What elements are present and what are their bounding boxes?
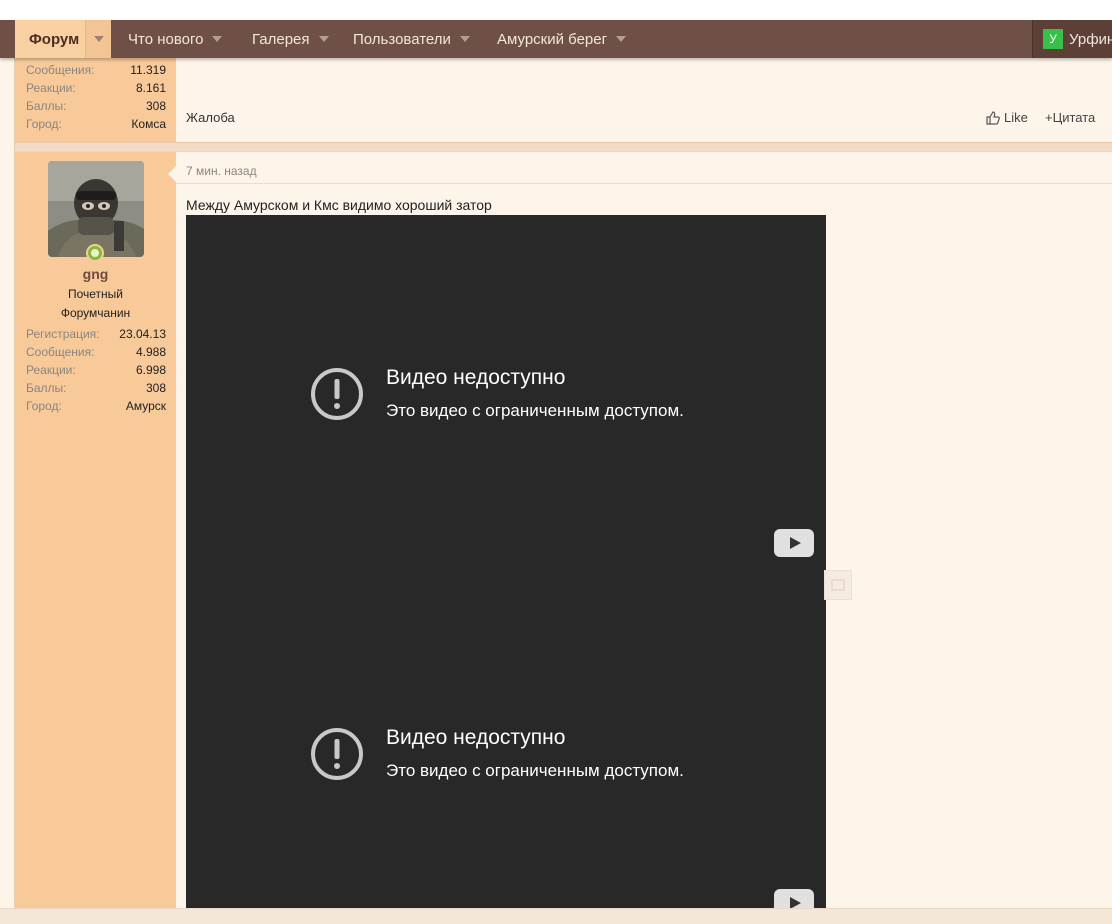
stat-key: Реакции: [26, 81, 76, 95]
browser-top-strip [0, 0, 1112, 20]
report-link[interactable]: Жалоба [186, 110, 235, 125]
video-error-subtitle: Это видео с ограниченным доступом. [386, 401, 684, 420]
nav-tab-amur-shore[interactable]: Амурский берег [497, 20, 627, 58]
like-button[interactable]: Like [986, 110, 1028, 125]
like-label: Like [1004, 110, 1028, 125]
chevron-down-icon[interactable] [616, 36, 627, 42]
author-name[interactable]: gng [15, 266, 176, 282]
video-error-subtitle: Это видео с ограниченным доступом. [386, 761, 684, 780]
user-avatar: У [1043, 29, 1063, 49]
prev-post-body [176, 58, 1112, 142]
stat-registration: Регистрация: 23.04.13 [26, 325, 166, 343]
main-navbar: Форум Что нового Галерея Пользователи Ам… [0, 20, 1112, 58]
stat-value: Комса [131, 117, 166, 131]
stat-points: Баллы: 308 [26, 379, 166, 397]
stat-value: 4.988 [135, 345, 166, 359]
stat-key: Город: [26, 399, 62, 413]
thumbs-up-icon [986, 110, 1000, 125]
nav-tab-forum[interactable]: Форум [15, 20, 112, 58]
author-title: Почетный Форумчанин [15, 285, 176, 323]
stat-points: Баллы: 308 [26, 97, 166, 115]
video-embed[interactable]: Видео недоступно Это видео с ограниченны… [186, 575, 826, 924]
quote-button[interactable]: +Цитата [1045, 110, 1095, 125]
chevron-down-icon[interactable] [459, 36, 470, 42]
video-embed[interactable]: Видео недоступно Это видео с ограниченны… [186, 215, 826, 575]
stat-messages: Сообщения: 11.319 [26, 61, 166, 79]
post-separator [15, 142, 1112, 152]
stat-value: 8.161 [135, 81, 166, 95]
chevron-down-icon[interactable] [212, 36, 223, 42]
page-left-gutter [0, 58, 15, 924]
alert-icon [311, 368, 363, 420]
bottom-strip [0, 908, 1112, 924]
post-text: Между Амурском и Кмс видимо хороший зато… [186, 197, 492, 213]
stat-key: Баллы: [26, 381, 67, 395]
stat-key: Сообщения: [26, 345, 95, 359]
nav-tab-gallery[interactable]: Галерея [252, 20, 329, 58]
stat-reactions: Реакции: 8.161 [26, 79, 166, 97]
online-status-icon [86, 244, 104, 262]
video-error-title: Видео недоступно [386, 366, 566, 389]
nav-tab-label: Амурский берег [497, 30, 608, 48]
post-header-divider [176, 183, 1112, 184]
picture-in-picture-icon[interactable] [824, 570, 852, 600]
stat-key: Баллы: [26, 99, 67, 113]
prev-post-user-sidebar: Сообщения: 11.319 Реакции: 8.161 Баллы: … [15, 58, 176, 142]
stat-value: 11.319 [130, 63, 166, 77]
stat-value: 23.04.13 [119, 327, 166, 341]
stat-key: Город: [26, 117, 62, 131]
stat-city: Город: Амурск [26, 397, 166, 415]
stat-messages: Сообщения: 4.988 [26, 343, 166, 361]
author-title-line: Форумчанин [60, 306, 131, 320]
video-error-title: Видео недоступно [386, 726, 566, 749]
stat-value: 308 [145, 99, 166, 113]
nav-tab-label: Пользователи [353, 30, 451, 48]
stat-value: 6.998 [135, 363, 166, 377]
stat-city: Город: Комса [26, 115, 166, 133]
nav-tab-whats-new[interactable]: Что нового [128, 20, 223, 58]
avatar[interactable] [48, 161, 144, 257]
nav-tab-label: Что нового [128, 30, 204, 48]
author-title-line: Почетный [67, 287, 123, 301]
chevron-down-icon[interactable] [85, 20, 112, 58]
avatar-image [48, 161, 144, 257]
stat-reactions: Реакции: 6.998 [26, 361, 166, 379]
post-timestamp[interactable]: 7 мин. назад [186, 164, 257, 178]
chevron-down-icon[interactable] [318, 36, 329, 42]
nav-tab-label: Форум [29, 30, 80, 48]
post-arrow [168, 166, 176, 182]
stat-key: Реакции: [26, 363, 76, 377]
stat-value: Амурск [125, 399, 166, 413]
stat-value: 308 [145, 381, 166, 395]
user-account-button[interactable]: У Урфин [1032, 20, 1112, 58]
stat-key: Регистрация: [26, 327, 100, 341]
youtube-logo-icon[interactable] [774, 529, 814, 557]
nav-tab-label: Галерея [252, 30, 310, 48]
user-name: Урфин [1069, 30, 1112, 48]
alert-icon [311, 728, 363, 780]
nav-tab-members[interactable]: Пользователи [353, 20, 470, 58]
stat-key: Сообщения: [26, 63, 95, 77]
